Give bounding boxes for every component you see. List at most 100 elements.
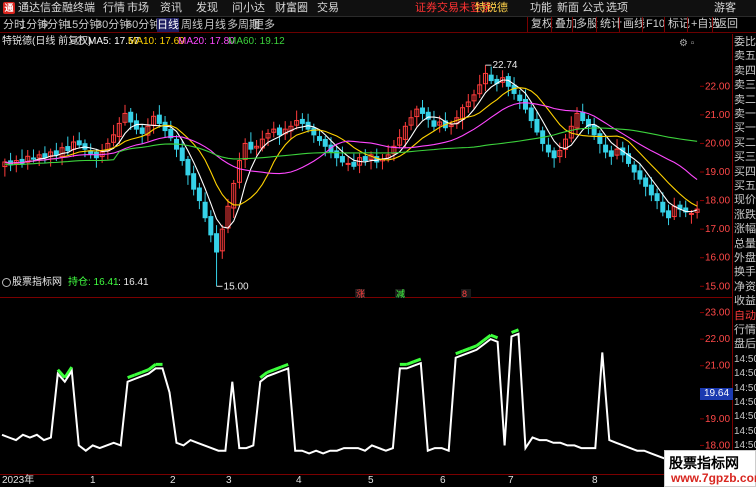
side-panel-item-10[interactable]: 买五 — [734, 180, 756, 193]
side-panel-item-27[interactable]: 14:50 — [734, 425, 756, 438]
side-panel-item-7[interactable]: 买二 — [734, 137, 756, 150]
side-panel-item-8[interactable]: 买三 — [734, 151, 756, 164]
side-panel-item-15[interactable]: 外盘 — [734, 252, 756, 265]
period-tab-8[interactable]: 月线 — [204, 18, 226, 32]
candle-body-55 — [317, 136, 323, 142]
candle-body-61 — [351, 161, 357, 167]
candle-body-58 — [334, 150, 340, 159]
indicator-chart[interactable]: 23.0022.0021.0020.0019.0018.00 股票指标网 持仓:… — [0, 274, 733, 474]
side-panel-item-2[interactable]: 卖四 — [734, 65, 756, 78]
menu-functions[interactable]: 功能 — [530, 1, 552, 15]
candle-body-9 — [53, 150, 59, 156]
menu-discover[interactable]: 发现 — [196, 1, 218, 15]
side-panel-item-0[interactable]: 委比 — [734, 36, 756, 49]
candle-body-95 — [545, 144, 551, 153]
title-stock-name: 特锐德 — [475, 2, 508, 14]
menu-options[interactable]: 选项 — [606, 1, 628, 15]
side-panel-item-24[interactable]: 14:50 — [734, 382, 756, 395]
candle-body-13 — [76, 140, 82, 146]
side-panel-item-26[interactable]: 14:50 — [734, 410, 756, 423]
candle-body-85 — [488, 74, 494, 82]
side-panel-item-12[interactable]: 涨跌 — [734, 209, 756, 222]
ma10-line — [4, 87, 698, 207]
y-tick-label-5: 17.00 — [705, 224, 730, 235]
sub-y-tick-label-1: 22.00 — [705, 334, 730, 345]
settings-circle-icon[interactable] — [76, 36, 85, 45]
date-axis-label-6: 6 — [440, 475, 446, 486]
y-tick-label-3: 19.00 — [705, 167, 730, 178]
candle-body-52 — [299, 118, 305, 124]
candle-body-114 — [654, 193, 660, 202]
candle-body-96 — [551, 150, 557, 159]
side-panel-item-25[interactable]: 14:50 — [734, 396, 756, 409]
indicator-title: 股票指标网 — [12, 277, 62, 288]
side-panel-item-20[interactable]: 行情 — [734, 324, 756, 337]
candle-body-106 — [608, 150, 614, 157]
candle-body-32 — [185, 158, 191, 176]
side-panel-item-18[interactable]: 收益 — [734, 295, 756, 308]
kline-chart[interactable]: 22.00 21.00 20.00 19.00 18.00 17.00 16.00 15.00… — [0, 34, 733, 298]
watermark: 股票指标网 www.7gpzb.com — [664, 450, 756, 487]
side-panel-item-5[interactable]: 卖一 — [734, 108, 756, 121]
chart-settings-icon[interactable]: ⚙ ▫ — [679, 38, 694, 50]
candle-body-24 — [139, 127, 145, 134]
candle-body-11 — [65, 146, 71, 152]
side-panel-item-23[interactable]: 14:50 — [734, 367, 756, 380]
y-tick-label-1: 21.00 — [705, 110, 730, 121]
menu-market[interactable]: 市场 — [127, 1, 149, 15]
menu-news[interactable]: 资讯 — [160, 1, 182, 15]
side-panel-item-16[interactable]: 换手 — [734, 266, 756, 279]
candle-body-33 — [191, 173, 197, 190]
side-panel-item-6[interactable]: 买一 — [734, 122, 756, 135]
side-panel-item-21[interactable]: 盘后 — [734, 338, 756, 351]
period-tab-10[interactable]: 更多 — [253, 18, 275, 32]
indicator-glow-71 — [490, 333, 499, 340]
ma-label-2: MA20: 17.80 — [178, 36, 235, 47]
toolbar-button-8[interactable]: 返回 — [712, 17, 741, 32]
date-axis-label-1: 1 — [90, 475, 96, 486]
candle-body-116 — [666, 210, 672, 219]
app-logo-icon: 通 — [3, 2, 15, 14]
menu-wenxiaoda[interactable]: 问小达 — [232, 1, 265, 15]
indicator-settings-icon[interactable] — [2, 278, 11, 287]
side-panel-item-22[interactable]: 14:50 — [734, 353, 756, 366]
menu-wealth[interactable]: 财富圈 — [275, 1, 308, 15]
y-tick-label-0: 22.00 — [705, 81, 730, 92]
period-tab-2[interactable]: 5分钟 — [41, 18, 69, 32]
candle-body-75 — [431, 120, 437, 127]
side-panel-item-19[interactable]: 自动 — [734, 310, 756, 323]
candle-body-63 — [362, 156, 368, 162]
side-panel-item-14[interactable]: 总量 — [734, 238, 756, 251]
side-panel-item-3[interactable]: 卖三 — [734, 79, 756, 92]
candle-body-110 — [631, 164, 637, 173]
indicator-glow-68 — [469, 344, 478, 350]
date-axis-label-7: 7 — [508, 475, 514, 486]
candle-body-120 — [688, 212, 694, 215]
menu-quotes[interactable]: 行情 — [103, 1, 125, 15]
indicator-canvas: 23.0022.0021.0020.0019.0018.00 — [1, 308, 730, 474]
side-panel-item-11[interactable]: 现价 — [734, 194, 756, 207]
candle-body-59 — [339, 156, 345, 163]
side-panel-item-13[interactable]: 涨幅 — [734, 223, 756, 236]
indicator-glow-19 — [127, 373, 136, 380]
y-tick-label-4: 18.00 — [705, 196, 730, 207]
app-title: 通达信金融终端 — [18, 2, 95, 14]
kline-canvas: 22.0021.0020.0019.0018.0017.0016.0015.00… — [2, 60, 730, 298]
side-panel-item-1[interactable]: 卖五 — [734, 50, 756, 63]
period-tab-6[interactable]: 日线 — [157, 18, 179, 32]
side-panel-item-17[interactable]: 净资 — [734, 281, 756, 294]
menu-formula[interactable]: 公式 — [582, 1, 604, 15]
candle-body-105 — [603, 144, 609, 153]
candle-body-54 — [311, 127, 317, 136]
menu-trade[interactable]: 交易 — [317, 1, 339, 15]
side-panel-item-9[interactable]: 买四 — [734, 166, 756, 179]
user-label[interactable]: 游客 — [714, 1, 736, 15]
indicator-glow-41 — [280, 362, 289, 369]
side-panel-item-4[interactable]: 卖二 — [734, 94, 756, 107]
period-tab-7[interactable]: 周线 — [181, 18, 203, 32]
candle-body-31 — [179, 147, 185, 162]
candle-body-34 — [196, 187, 202, 202]
candle-body-60 — [345, 162, 351, 165]
period-tab-5[interactable]: 60分钟 — [126, 18, 160, 32]
menu-new-layout[interactable]: 新面 — [557, 1, 579, 15]
